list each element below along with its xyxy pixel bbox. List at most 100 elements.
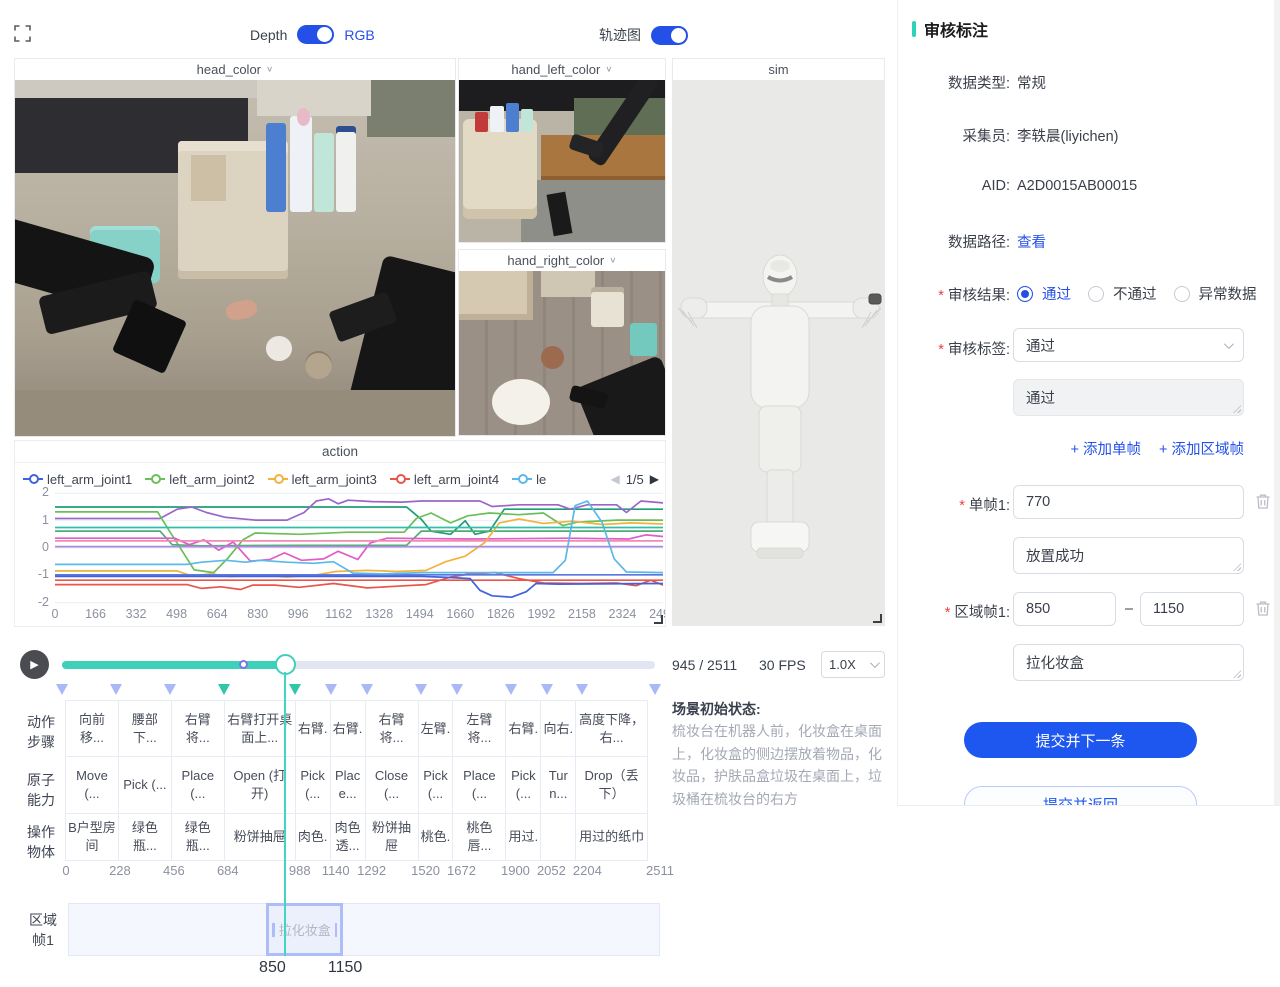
radio-通过[interactable] [1017, 286, 1033, 302]
trajectory-switch[interactable] [651, 26, 688, 45]
review-tag-value: 通过 [1026, 335, 1055, 356]
action-step-row-cell[interactable]: 右臂. [330, 700, 366, 758]
action-step-row-cell[interactable]: 右臂. [505, 700, 541, 758]
hand-right-camera-selector[interactable]: hand_right_color ∨ [459, 250, 665, 271]
review-tag-select[interactable]: 通过 [1013, 328, 1244, 362]
region-start-input[interactable]: 850 [1013, 592, 1116, 626]
legend-item-left_arm_joint2[interactable]: left_arm_joint2 [145, 472, 254, 487]
depth-rgb-switch[interactable] [297, 25, 334, 44]
object-row-cell[interactable]: 桃色唇... [452, 813, 506, 861]
submit-return-button[interactable]: 提交并返回 [964, 786, 1197, 806]
keyframe-marker[interactable] [505, 684, 517, 695]
action-step-row-cell[interactable]: 向前移... [65, 700, 119, 758]
data-path-view-link[interactable]: 查看 [1017, 231, 1046, 252]
scrollbar[interactable] [1274, 0, 1280, 806]
keyframe-marker[interactable] [325, 684, 337, 695]
keyframe-marker[interactable] [218, 684, 230, 695]
radio-label-异常数据[interactable]: 异常数据 [1199, 283, 1257, 304]
action-step-row-cell[interactable]: 右臂将... [365, 700, 419, 758]
object-row: B户型房间绿色瓶...绿色瓶...粉饼抽屉肉色.肉色透...粉饼抽屉桃色.桃色唇… [66, 814, 648, 861]
keyframe-marker[interactable] [649, 684, 661, 695]
slider-fill [62, 661, 285, 669]
frame-tick: 1900 [501, 863, 530, 878]
action-step-row-cell[interactable]: 向右. [540, 700, 576, 758]
region-frame-selection[interactable]: 拉化妆盒 [266, 903, 343, 956]
object-row-cell[interactable] [540, 813, 576, 861]
single-frame-note[interactable]: 放置成功 [1013, 537, 1244, 574]
trajectory-toggle-group: 轨迹图 [599, 25, 688, 45]
object-row-cell[interactable]: 肉色透... [330, 813, 366, 861]
object-row-cell[interactable]: 用过的纸巾 [575, 813, 648, 861]
keyframe-marker[interactable] [361, 684, 373, 695]
delete-region-frame-icon[interactable] [1255, 600, 1271, 617]
action-step-row-cell[interactable]: 左臂将... [452, 700, 506, 758]
atomic-skill-row-cell[interactable]: Place (... [452, 756, 506, 814]
object-row-cell[interactable]: 桃色. [418, 813, 454, 861]
keyframe-marker[interactable] [110, 684, 122, 695]
fullscreen-icon[interactable] [14, 25, 31, 42]
keyframe-marker[interactable] [164, 684, 176, 695]
region-frame-track[interactable]: 拉化妆盒 [68, 903, 660, 956]
single-frame-input[interactable]: 770 [1013, 485, 1244, 519]
action-step-row-cell[interactable]: 高度下降，右... [575, 700, 648, 758]
atomic-skill-row-cell[interactable]: Place (... [171, 756, 225, 814]
add-region-frame-link[interactable]: + 添加区域帧 [1159, 438, 1244, 459]
keyframe-marker[interactable] [415, 684, 427, 695]
play-button[interactable]: ▶ [20, 650, 49, 679]
radio-异常数据[interactable] [1174, 286, 1190, 302]
timeline-slider[interactable] [62, 661, 655, 669]
submit-next-button[interactable]: 提交并下一条 [964, 722, 1197, 758]
atomic-skill-row-cell[interactable]: Move (... [65, 756, 119, 814]
resize-grip-icon[interactable] [1233, 670, 1241, 678]
legend-item-left_arm_joint1[interactable]: left_arm_joint1 [23, 472, 132, 487]
keyframe-marker[interactable] [289, 684, 301, 695]
data-type-label: 数据类型: [898, 72, 1010, 93]
resize-grip-icon[interactable] [1233, 563, 1241, 571]
speed-select[interactable]: 1.0X [821, 651, 885, 678]
region-end-input[interactable]: 1150 [1140, 592, 1244, 626]
radio-label-通过[interactable]: 通过 [1042, 283, 1071, 304]
chart-resize-handle[interactable] [654, 615, 663, 624]
atomic-skill-row-cell[interactable]: Place... [330, 756, 366, 814]
atomic-skill-row-cell[interactable]: Turn... [540, 756, 576, 814]
action-step-row-cell[interactable]: 左臂. [418, 700, 454, 758]
legend-item-left_arm_joint3[interactable]: left_arm_joint3 [268, 472, 377, 487]
object-row-cell[interactable]: 绿色瓶... [171, 813, 225, 861]
frame-tick: 0 [62, 863, 69, 878]
object-row-cell[interactable]: 粉饼抽屉 [365, 813, 419, 861]
atomic-skill-row-cell[interactable]: Drop（丢下） [575, 756, 648, 814]
atomic-skill-row-cell[interactable]: Pick (... [418, 756, 454, 814]
keyframe-marker[interactable] [576, 684, 588, 695]
keyframe-marker[interactable] [56, 684, 68, 695]
keyframe-marker[interactable] [541, 684, 553, 695]
keyframe-marker[interactable] [451, 684, 463, 695]
atomic-skill-row-cell[interactable]: Close (... [365, 756, 419, 814]
sim-resize-handle[interactable] [873, 614, 882, 623]
resize-grip-icon[interactable] [1233, 405, 1241, 413]
object-row-cell[interactable]: 肉色. [295, 813, 331, 861]
delete-single-frame-icon[interactable] [1255, 493, 1271, 510]
action-step-row-cell[interactable]: 右臂. [295, 700, 331, 758]
action-step-row-cell[interactable]: 右臂将... [171, 700, 225, 758]
review-tag-note[interactable]: 通过 [1013, 379, 1244, 416]
object-row-cell[interactable]: 绿色瓶... [118, 813, 172, 861]
region-left-grip[interactable] [272, 923, 275, 937]
chevron-down-icon: ∨ [266, 65, 273, 74]
object-row-cell[interactable]: B户型房间 [65, 813, 119, 861]
legend-next-icon[interactable]: ▶ [650, 472, 659, 486]
hand-left-camera-selector[interactable]: hand_left_color ∨ [459, 59, 665, 80]
radio-不通过[interactable] [1088, 286, 1104, 302]
atomic-skill-row-cell[interactable]: Pick (... [295, 756, 331, 814]
region-frame-note[interactable]: 拉化妆盒 [1013, 644, 1244, 681]
region-right-grip[interactable] [335, 923, 338, 937]
legend-item-le[interactable]: le [512, 472, 546, 487]
add-single-frame-link[interactable]: + 添加单帧 [1071, 438, 1142, 459]
radio-label-不通过[interactable]: 不通过 [1113, 283, 1157, 304]
action-step-row-cell[interactable]: 腰部下... [118, 700, 172, 758]
legend-item-left_arm_joint4[interactable]: left_arm_joint4 [390, 472, 499, 487]
legend-prev-icon[interactable]: ◀ [610, 472, 619, 486]
atomic-skill-row-cell[interactable]: Pick (... [505, 756, 541, 814]
head-camera-selector[interactable]: head_color ∨ [15, 59, 455, 80]
object-row-cell[interactable]: 用过. [505, 813, 541, 861]
atomic-skill-row-cell[interactable]: Pick (... [118, 756, 172, 814]
